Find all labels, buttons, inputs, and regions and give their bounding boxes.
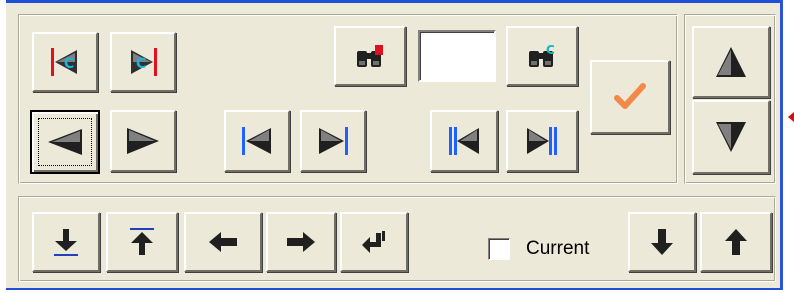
arrow-up-icon: [725, 229, 747, 255]
move-up-button[interactable]: [692, 26, 770, 98]
search-input[interactable]: [418, 30, 496, 82]
blue-bar-left-arrow-icon: [242, 127, 271, 155]
binoculars-teal-icon: C: [529, 43, 555, 67]
confirm-button[interactable]: [590, 60, 670, 134]
red-bar-left-arrow-icon: C: [51, 48, 77, 76]
resize-marker-icon: [788, 112, 794, 122]
svg-text:C: C: [64, 56, 74, 72]
arrow-left-icon: [209, 232, 237, 252]
move-down-button[interactable]: [692, 100, 770, 174]
blue-bar-right-arrow-icon: [319, 127, 348, 155]
blue-last-button[interactable]: [300, 110, 366, 172]
triangle-up-icon: [716, 47, 746, 77]
triangle-left-icon: [48, 129, 82, 155]
find-next-button[interactable]: C: [506, 26, 578, 86]
find-button[interactable]: [334, 26, 406, 86]
last-record-button[interactable]: C: [110, 32, 176, 92]
first-record-button[interactable]: C: [32, 32, 98, 92]
move-up-small-button[interactable]: [700, 212, 772, 272]
binoculars-red-icon: [357, 45, 383, 67]
arrow-down-to-line-icon: [54, 229, 78, 256]
arrow-up-to-line-icon: [130, 228, 154, 255]
window-edge: [0, 0, 6, 290]
current-checkbox[interactable]: [488, 238, 510, 260]
svg-text:C: C: [136, 56, 146, 72]
svg-text:C: C: [546, 43, 555, 57]
move-to-top-button[interactable]: [106, 212, 178, 272]
blue-double-last-button[interactable]: [506, 110, 578, 172]
window-right-border: [780, 0, 783, 290]
move-down-small-button[interactable]: [628, 212, 696, 272]
blue-first-button[interactable]: [224, 110, 290, 172]
double-blue-bar-left-arrow-icon: [449, 127, 479, 155]
arrow-down-icon: [651, 229, 673, 255]
arrow-right-icon: [287, 232, 315, 252]
return-arrow-icon: [362, 231, 385, 253]
double-blue-bar-right-arrow-icon: [527, 127, 557, 155]
red-bar-right-arrow-icon: C: [131, 48, 157, 76]
blue-double-first-button[interactable]: [430, 110, 498, 172]
triangle-down-icon: [716, 122, 746, 152]
move-right-button[interactable]: [266, 212, 336, 272]
previous-record-button[interactable]: [30, 110, 100, 174]
orange-checkmark-icon: [614, 83, 646, 109]
move-to-bottom-button[interactable]: [32, 212, 100, 272]
move-left-button[interactable]: [184, 212, 262, 272]
next-record-button[interactable]: [110, 110, 176, 172]
triangle-right-icon: [127, 128, 159, 154]
current-checkbox-label: Current: [526, 238, 590, 259]
return-button[interactable]: [340, 212, 408, 272]
